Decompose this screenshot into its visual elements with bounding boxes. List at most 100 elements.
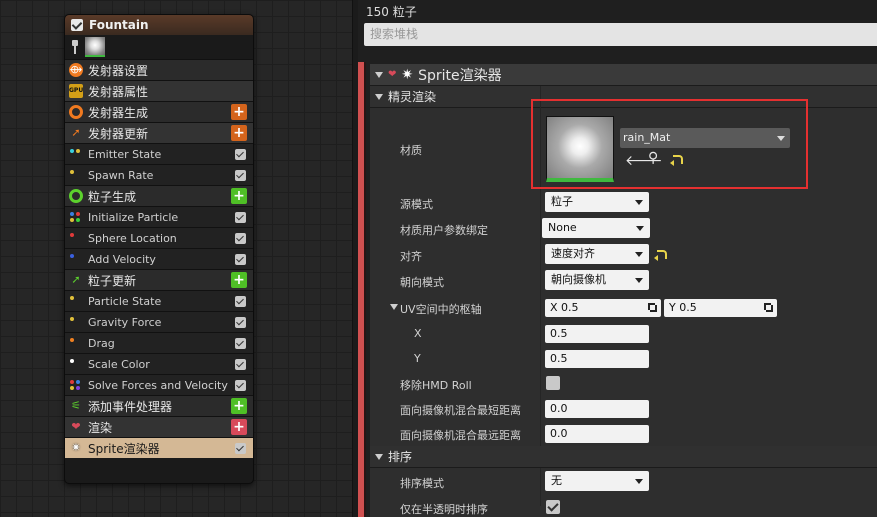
stack-section-row[interactable]: GPU 发射器属性	[65, 80, 253, 101]
module-row[interactable]: Particle State	[65, 290, 253, 311]
renderer-title: Sprite渲染器	[418, 67, 502, 84]
stack-row-label: 发射器生成	[88, 105, 149, 120]
source-mode-dropdown[interactable]: 粒子	[545, 192, 649, 212]
stack-row-label: Drag	[88, 336, 115, 350]
sort-translucent-label: 仅在半透明时排序	[400, 503, 488, 516]
module-dots-icon	[69, 357, 83, 371]
stack-row-label: Emitter State	[88, 147, 162, 161]
module-dots-icon	[69, 210, 83, 224]
stack-section-row[interactable]: ⚟ 添加事件处理器 +	[65, 395, 253, 416]
module-row[interactable]: Solve Forces and Velocity	[65, 374, 253, 395]
module-row[interactable]: Spawn Rate	[65, 164, 253, 185]
stack-row-label: Add Velocity	[88, 252, 156, 266]
module-row[interactable]: Emitter State	[65, 143, 253, 164]
graph-canvas[interactable]: Fountain ⟴ 发射器设置 GPU 发射器属性 发射器生成 + ➚ 发射器更新 + Emit…	[0, 0, 352, 517]
stack-section-row[interactable]: ➚ 发射器更新 +	[65, 122, 253, 143]
collapse-arrow-icon[interactable]	[375, 93, 383, 100]
details-panel: 150 粒子 搜索堆栈 ❤ ✷ Sprite渲染器 精灵渲染 材质 rain_M…	[358, 0, 877, 517]
max-blend-distance-input[interactable]: 0.0	[545, 425, 649, 443]
stack-row-label: 粒子生成	[88, 189, 137, 204]
category-label: 排序	[388, 450, 413, 464]
module-enabled-checkbox[interactable]	[235, 296, 246, 307]
module-row[interactable]: Scale Color	[65, 353, 253, 374]
module-row[interactable]: Drag	[65, 332, 253, 353]
drag-resize-icon[interactable]	[648, 303, 657, 312]
emitter-thumb-row	[65, 35, 253, 59]
collapse-arrow-icon[interactable]	[375, 453, 383, 460]
particle-update-icon: ➚	[71, 273, 81, 286]
stack-section-row[interactable]: 粒子生成 +	[65, 185, 253, 206]
stack-section-row[interactable]: ❤ 渲染 +	[65, 416, 253, 437]
sprite-star-icon: ✷	[401, 66, 414, 83]
max-blend-distance-label: 面向摄像机混合最远距离	[400, 429, 521, 442]
add-module-button[interactable]: +	[231, 125, 247, 141]
emitter-node-title[interactable]: Fountain	[65, 15, 253, 35]
emitter-thumbnail[interactable]	[85, 37, 105, 57]
remove-hmd-roll-checkbox[interactable]	[546, 376, 560, 390]
module-enabled-checkbox[interactable]	[235, 233, 246, 244]
module-row[interactable]: Gravity Force	[65, 311, 253, 332]
module-enabled-checkbox[interactable]	[235, 170, 246, 181]
module-enabled-checkbox[interactable]	[235, 149, 246, 160]
stack-search-input[interactable]: 搜索堆栈	[364, 23, 877, 46]
reset-to-default-icon[interactable]	[654, 250, 667, 261]
add-module-button[interactable]: +	[231, 188, 247, 204]
sort-mode-value: 无	[551, 474, 562, 487]
drag-resize-icon[interactable]	[764, 303, 773, 312]
emitter-stack: ⟴ 发射器设置 GPU 发射器属性 发射器生成 + ➚ 发射器更新 + Emitter State…	[65, 59, 253, 458]
emitter-node[interactable]: Fountain ⟴ 发射器设置 GPU 发射器属性 发射器生成 + ➚ 发射器更新 + Emit…	[64, 14, 254, 484]
pivot-y-input[interactable]: 0.5	[545, 350, 649, 368]
pivot-x-label: X	[414, 327, 422, 340]
module-dots-icon	[69, 315, 83, 329]
event-handler-icon: ⚟	[71, 399, 81, 412]
module-enabled-checkbox[interactable]	[235, 359, 246, 370]
sort-translucent-checkbox[interactable]	[546, 500, 560, 514]
module-dots-icon	[69, 168, 83, 182]
source-mode-value: 粒子	[551, 195, 573, 208]
module-enabled-checkbox[interactable]	[235, 338, 246, 349]
module-dots-icon	[69, 294, 83, 308]
collapse-arrow-icon[interactable]	[390, 304, 398, 310]
stack-row-label: 渲染	[88, 420, 113, 435]
facing-mode-dropdown[interactable]: 朝向摄像机	[545, 270, 649, 290]
sort-mode-label: 排序模式	[400, 477, 444, 490]
module-row[interactable]: Sphere Location	[65, 227, 253, 248]
pivot-x-input[interactable]: 0.5	[545, 325, 649, 343]
material-param-binding-dropdown[interactable]: None	[542, 218, 650, 238]
remove-hmd-roll-label: 移除HMD Roll	[400, 379, 472, 392]
render-heart-icon: ❤	[388, 69, 397, 80]
module-enabled-checkbox[interactable]	[235, 212, 246, 223]
sprite-renderer-header[interactable]: ❤ ✷ Sprite渲染器	[370, 64, 877, 86]
add-module-button[interactable]: +	[231, 104, 247, 120]
module-dots-icon	[69, 336, 83, 350]
min-blend-distance-input[interactable]: 0.0	[545, 400, 649, 418]
module-enabled-checkbox[interactable]	[235, 317, 246, 328]
module-row[interactable]: Initialize Particle	[65, 206, 253, 227]
renderer-row-selected[interactable]: ✷ Sprite渲染器	[65, 437, 253, 458]
stack-section-row[interactable]: 发射器生成 +	[65, 101, 253, 122]
pivot-y-label: Y	[414, 352, 421, 365]
pin-icon[interactable]	[71, 40, 79, 54]
alignment-value: 速度对齐	[551, 247, 595, 260]
emitter-enabled-checkbox[interactable]	[71, 19, 83, 31]
add-module-button[interactable]: +	[231, 398, 247, 414]
add-module-button[interactable]: +	[231, 419, 247, 435]
sort-mode-dropdown[interactable]: 无	[545, 471, 649, 491]
stack-row-label: Sphere Location	[88, 231, 177, 245]
alignment-dropdown[interactable]: 速度对齐	[545, 244, 649, 264]
module-enabled-checkbox[interactable]	[235, 380, 246, 391]
collapse-arrow-icon[interactable]	[375, 71, 383, 78]
module-enabled-checkbox[interactable]	[235, 254, 246, 265]
stack-section-row[interactable]: ⟴ 发射器设置	[65, 59, 253, 80]
alignment-label: 对齐	[400, 250, 422, 263]
render-icon: ❤	[71, 420, 81, 433]
module-row[interactable]: Add Velocity	[65, 248, 253, 269]
renderer-enabled-checkbox[interactable]	[235, 443, 246, 454]
sorting-category[interactable]: 排序	[370, 446, 877, 468]
add-module-button[interactable]: +	[231, 272, 247, 288]
stack-section-row[interactable]: ➚ 粒子更新 +	[65, 269, 253, 290]
pivot-y-field[interactable]: Y 0.5	[664, 299, 777, 317]
pivot-x-value: X 0.5	[550, 301, 579, 314]
stack-row-label: 添加事件处理器	[88, 399, 173, 414]
pivot-x-field[interactable]: X 0.5	[545, 299, 661, 317]
